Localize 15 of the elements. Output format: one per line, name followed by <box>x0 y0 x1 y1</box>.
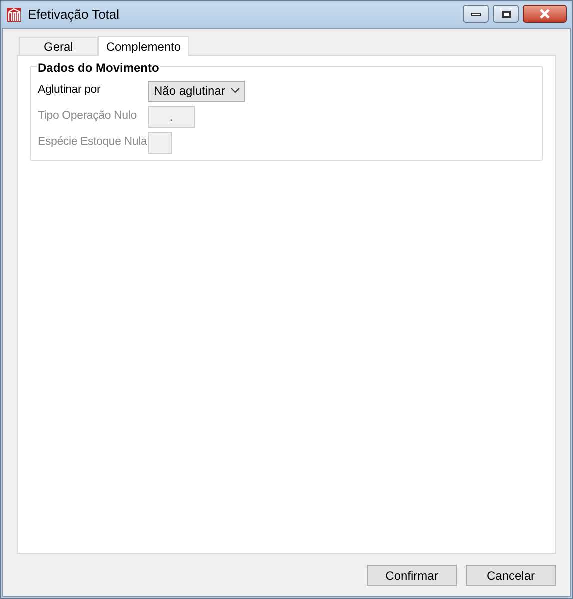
close-button[interactable] <box>523 5 567 23</box>
close-icon <box>539 9 551 19</box>
window-title: Efetivação Total <box>28 6 120 24</box>
field-label: Tipo Operação Nulo <box>38 109 138 124</box>
field-label: Aglutinar por <box>38 83 102 98</box>
field-label: Espécie Estoque Nula <box>38 135 148 150</box>
dropdown[interactable]: Não aglutinar <box>148 80 245 102</box>
minimize-button[interactable] <box>463 5 489 23</box>
dialog-button[interactable]: Confirmar <box>367 565 457 586</box>
tab[interactable]: Complemento <box>98 36 190 56</box>
chevron-down-icon <box>231 88 240 94</box>
tab[interactable]: Geral <box>19 37 98 55</box>
dialog-button[interactable]: Cancelar <box>466 565 556 586</box>
app-logo-icon <box>6 7 22 23</box>
maximize-button[interactable] <box>493 5 519 23</box>
